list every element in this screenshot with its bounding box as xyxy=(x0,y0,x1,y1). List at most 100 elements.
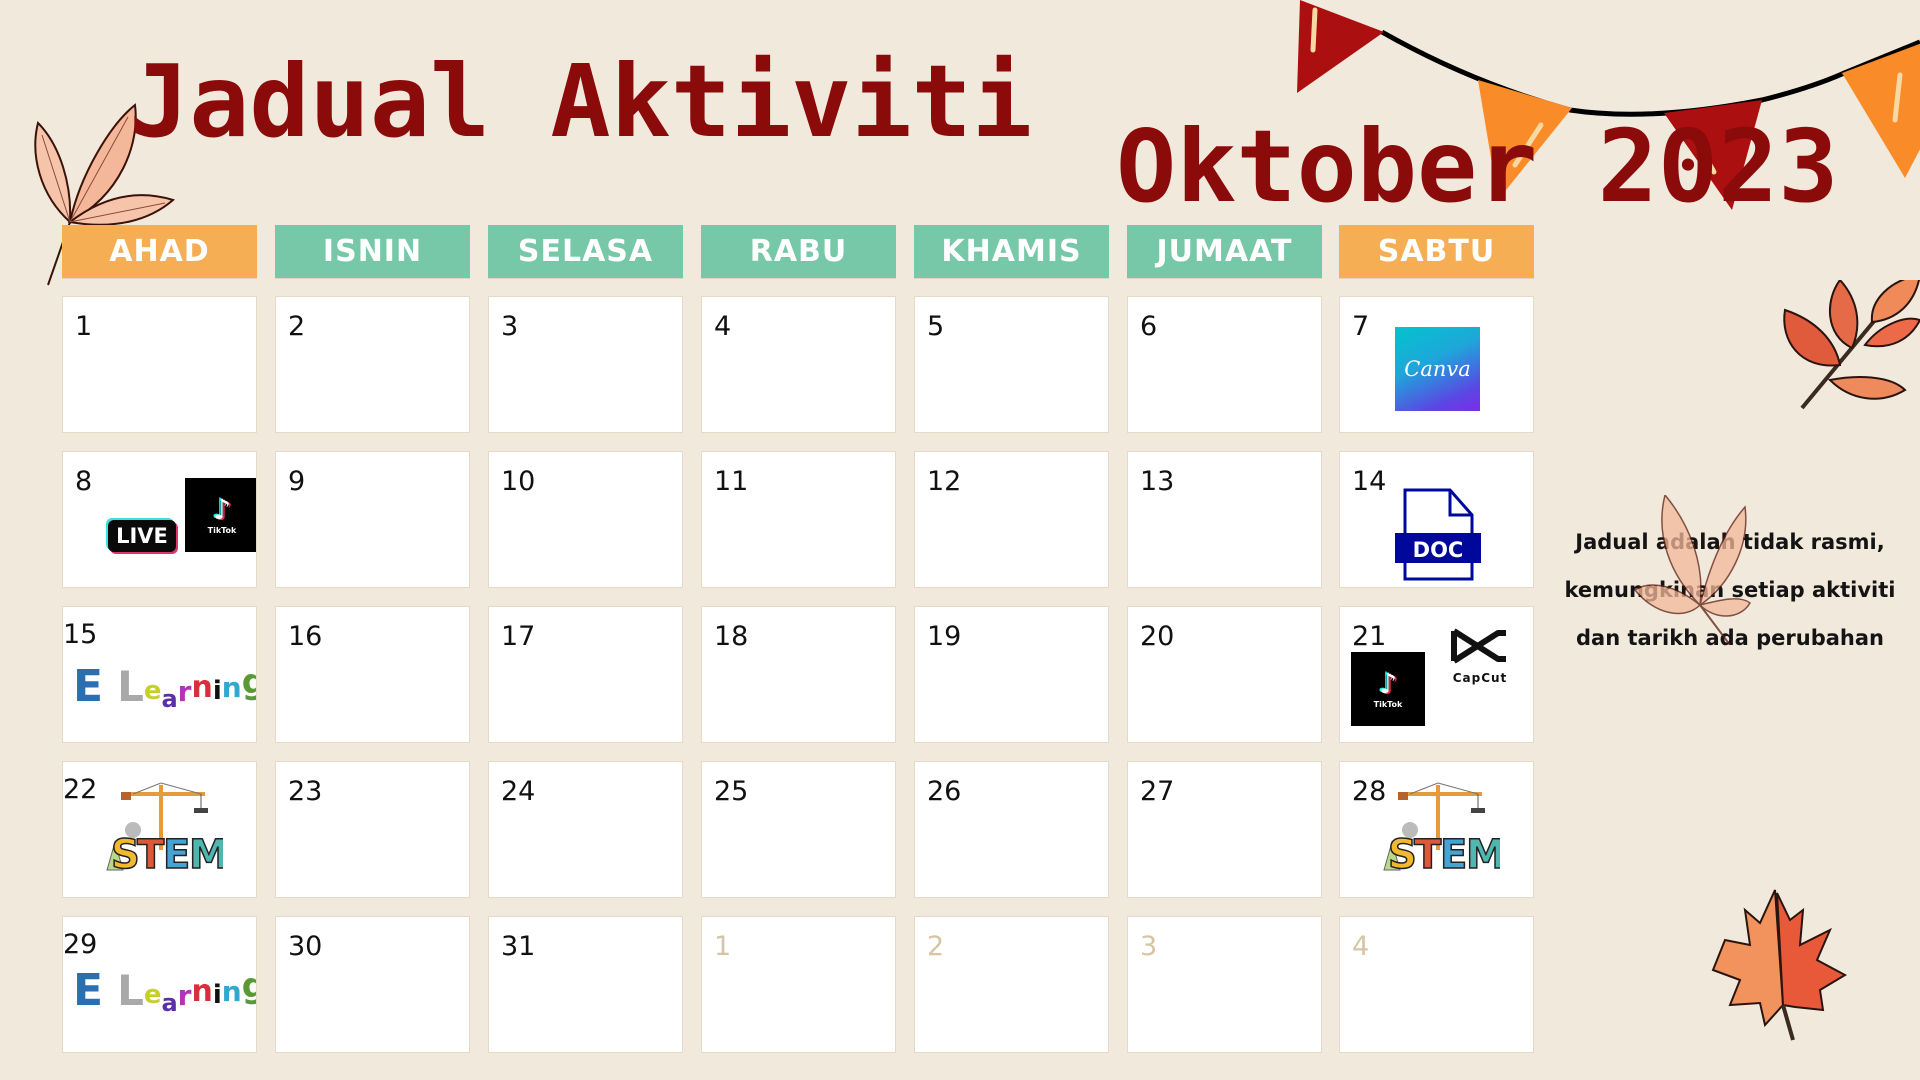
day-number: 4 xyxy=(714,311,732,342)
day-number: 8 xyxy=(75,466,93,497)
calendar-day-cell[interactable]: 31 xyxy=(488,916,683,1053)
calendar-day-cell[interactable]: 7 Canva xyxy=(1339,296,1534,433)
canva-label: Canva xyxy=(1404,357,1471,381)
capcut-logo-icon xyxy=(1451,628,1506,664)
calendar-day-cell[interactable]: 5 xyxy=(914,296,1109,433)
calendar-day-cell[interactable]: 9 xyxy=(275,451,470,588)
bunting-flag-red xyxy=(1297,0,1384,93)
day-number: 14 xyxy=(1352,466,1387,497)
calendar-day-cell-next-month[interactable]: 3 xyxy=(1127,916,1322,1053)
calendar-day-cell[interactable]: 21 ♪ TikTok CapCut xyxy=(1339,606,1534,743)
e-learning-letter: n xyxy=(221,975,242,1008)
stem-letter: T xyxy=(1414,832,1442,878)
e-learning-letter: L xyxy=(117,662,144,711)
day-number: 4 xyxy=(1352,931,1370,962)
autumn-leaf-decoration-right xyxy=(1783,280,1920,410)
day-number: 1 xyxy=(75,311,93,342)
day-number: 13 xyxy=(1140,466,1175,497)
calendar-day-cell[interactable]: 25 xyxy=(701,761,896,898)
e-learning-icon: E Learning xyxy=(73,966,256,1017)
stem-letter: T xyxy=(137,832,165,878)
weekday-header-khamis: KHAMIS xyxy=(914,225,1109,278)
calendar-day-cell[interactable]: 26 xyxy=(914,761,1109,898)
e-learning-letter: g xyxy=(242,969,256,1003)
capcut-label: CapCut xyxy=(1452,671,1508,685)
calendar-day-cell[interactable]: 29 E Learning xyxy=(62,916,257,1053)
stem-letter: E xyxy=(163,832,190,878)
day-number: 16 xyxy=(288,621,323,652)
calendar-day-cell[interactable]: 17 xyxy=(488,606,683,743)
calendar-day-cell-next-month[interactable]: 2 xyxy=(914,916,1109,1053)
day-number: 6 xyxy=(1140,311,1158,342)
calendar-day-cell[interactable]: 15 E Learning xyxy=(62,606,257,743)
calendar-day-cell[interactable]: 10 xyxy=(488,451,683,588)
day-number: 3 xyxy=(1140,931,1158,962)
calendar-day-cell[interactable]: 1 xyxy=(62,296,257,433)
day-number: 3 xyxy=(501,311,519,342)
tiktok-note-glyph: ♪ xyxy=(213,492,231,526)
calendar-day-cell[interactable]: 11 xyxy=(701,451,896,588)
tiktok-icon: ♪ TikTok xyxy=(185,478,256,552)
day-number: 20 xyxy=(1140,621,1175,652)
day-number: 21 xyxy=(1352,621,1387,652)
calendar-day-cell[interactable]: 18 xyxy=(701,606,896,743)
live-badge-icon: LIVE xyxy=(108,520,176,552)
day-number: 11 xyxy=(714,466,749,497)
calendar-day-cell-next-month[interactable]: 1 xyxy=(701,916,896,1053)
calendar-day-cell[interactable]: 22 STEM xyxy=(62,761,257,898)
e-learning-letter: i xyxy=(212,980,222,1010)
doc-label: DOC xyxy=(1413,538,1464,562)
weekday-header-ahad: AHAD xyxy=(62,225,257,278)
live-label: LIVE xyxy=(116,524,168,548)
weekday-header-selasa: SELASA xyxy=(488,225,683,278)
calendar-day-cell[interactable]: 14 DOC xyxy=(1339,451,1534,588)
weekday-header-rabu: RABU xyxy=(701,225,896,278)
calendar-day-cell[interactable]: 28 STEM xyxy=(1339,761,1534,898)
weekday-header-jumaat: JUMAAT xyxy=(1127,225,1322,278)
day-number: 30 xyxy=(288,931,323,962)
e-learning-letter: n xyxy=(191,974,213,1009)
calendar-day-cell[interactable]: 30 xyxy=(275,916,470,1053)
day-number: 24 xyxy=(501,776,536,807)
calendar-day-cell[interactable]: 23 xyxy=(275,761,470,898)
calendar-day-cell[interactable]: 16 xyxy=(275,606,470,743)
maple-leaf-decoration xyxy=(1711,889,1848,1041)
calendar-day-cell[interactable]: 19 xyxy=(914,606,1109,743)
doc-file-icon: DOC xyxy=(1395,488,1481,581)
day-number: 2 xyxy=(927,931,945,962)
stem-letter: S xyxy=(1388,832,1417,878)
day-number: 1 xyxy=(714,931,732,962)
day-number: 19 xyxy=(927,621,962,652)
calendar-day-cell[interactable]: 13 xyxy=(1127,451,1322,588)
day-number: 25 xyxy=(714,776,749,807)
month-title: Oktober 2023 xyxy=(1116,108,1839,225)
day-number: 23 xyxy=(288,776,323,807)
calendar-day-cell[interactable]: 27 xyxy=(1127,761,1322,898)
e-learning-letter: r xyxy=(177,675,192,708)
calendar-day-cell[interactable]: 6 xyxy=(1127,296,1322,433)
e-learning-letter: L xyxy=(117,966,144,1015)
calendar-day-cell[interactable]: 20 xyxy=(1127,606,1322,743)
e-learning-icon: E Learning xyxy=(73,662,256,712)
e-learning-letter: n xyxy=(191,670,213,705)
calendar-day-cell[interactable]: 2 xyxy=(275,296,470,433)
day-number: 10 xyxy=(501,466,536,497)
stem-letter: M xyxy=(189,832,223,878)
stem-letter: S xyxy=(111,832,140,878)
e-learning-letter: a xyxy=(161,989,178,1017)
day-number: 29 xyxy=(63,929,98,960)
day-number: 15 xyxy=(63,619,98,650)
e-learning-letter: r xyxy=(177,979,192,1012)
tiktok-note-glyph: ♪ xyxy=(1379,666,1397,700)
day-number: 27 xyxy=(1140,776,1175,807)
calendar-day-cell[interactable]: 3 xyxy=(488,296,683,433)
canva-icon: Canva xyxy=(1395,327,1480,411)
calendar-day-cell[interactable]: 8 LIVE ♪ TikTok xyxy=(62,451,257,588)
stem-letter: E xyxy=(1440,832,1467,878)
day-number: 12 xyxy=(927,466,962,497)
calendar-day-cell[interactable]: 12 xyxy=(914,451,1109,588)
calendar-day-cell[interactable]: 4 xyxy=(701,296,896,433)
calendar-day-cell[interactable]: 24 xyxy=(488,761,683,898)
e-learning-letter: e xyxy=(143,676,162,706)
calendar-day-cell-next-month[interactable]: 4 xyxy=(1339,916,1534,1053)
